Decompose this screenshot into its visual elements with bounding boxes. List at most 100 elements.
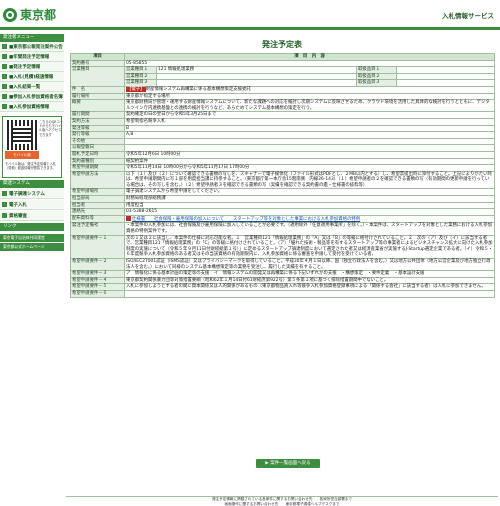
row-label: その他 — [70, 137, 125, 146]
sidebar-item-bid-progress[interactable]: ■入札(見積)経過情報 — [0, 72, 64, 82]
header-content: 項 目 内 容 — [124, 53, 495, 61]
tender-note-value: ・本案件の入札参加には、社会保険及び雇用保険に加入していることが必要です。（適用… — [124, 222, 495, 236]
business-item-value — [156, 79, 357, 87]
logo-text: 東京都 — [20, 8, 57, 22]
requirement-2-value: ISO/IEC27001認証（ISMS認証）又はプライバシーマークを取得している… — [124, 257, 495, 272]
site-header: 東京都 入札情報サービス — [0, 0, 500, 30]
sidebar-item-order-plan[interactable]: ■発注予定情報 — [0, 62, 64, 72]
business-item-value: 121 情報処理業務 — [156, 66, 357, 74]
table-row: 希望申請要件－２ ISO/IEC27001認証（ISMS認証）又はプライバシーマ… — [70, 257, 495, 272]
table-row: 希望申請要件－１ 次の１又は２に該当し、本案件の仕様に対応可能な者。１ 営業種目… — [70, 234, 495, 260]
row-label: 希望申請要件－４ — [70, 276, 125, 285]
main-content: 発注予定表 項目 項 目 内 容 契約番号 05-85855 営業種目 営業種目… — [66, 32, 498, 506]
header-item: 項目 — [70, 53, 125, 61]
bullet-icon — [2, 64, 7, 69]
row-label: 担当部局 — [70, 195, 125, 203]
sidebar-item-bid-results[interactable]: ■入札結果一覧 — [0, 82, 64, 92]
qr-notice-text: こちらのQRコードからもモバイル版へアクセスできます — [39, 120, 63, 137]
bullet-icon — [2, 54, 7, 59]
table-row: 営業種目２ 取扱品目２ — [71, 72, 495, 81]
row-label: 契約書種別 — [70, 157, 125, 166]
link-tokyo-homepage[interactable]: 東京都公式ホームページ — [0, 243, 64, 251]
sidebar-item-qualification-info[interactable]: ■入札参加資格情報 — [0, 102, 64, 112]
sidebar-item-e-bidding[interactable]: 電子入札 — [0, 200, 64, 210]
bullet-icon — [2, 104, 7, 109]
handling-item-name: 取扱品目２ — [356, 72, 397, 81]
apply-place-value: 電子調達システムから希望申請をしてください。 — [124, 188, 495, 197]
requirement-6-value — [124, 289, 495, 298]
mobile-notice-box: こちらのQRコードからもモバイル版へアクセスできます モバイル版 モバイル版は、… — [2, 116, 63, 178]
summary-value: 東京都財務局が管理・運用する財産情報システムについて、新たな課題への対応を検討し… — [124, 99, 495, 113]
row-label: 担当者 — [70, 201, 125, 210]
table-row: 希望申請要件－３ ア 情報化に係る基本計画の策定等の支援 イ 情報システムの開発… — [70, 270, 495, 278]
table-row: 発注予定備考 ・本案件の入札参加には、社会保険及び雇用保険に加入していることが必… — [70, 222, 495, 236]
requirement-3-value: ア 情報化に係る基本計画の策定等の支援 イ 情報システムの開発又は再構築に係る下… — [124, 270, 495, 278]
row-label: 件 名 — [70, 85, 125, 94]
bullet-icon — [2, 94, 7, 99]
row-label: 開札予定日時 — [70, 150, 125, 159]
footer: 発注予定情報に掲載されている各案件に関するお問い合わせ先 各局所担当部署まで 画… — [66, 496, 498, 506]
contract-type-value: 紙契約案件 — [124, 157, 495, 166]
phone-value: 03-5388-2615 — [124, 208, 495, 216]
attachments-value: 仕様書 社会保険・雇用保険の加入について スタートアップ等を対象とした事業におけ… — [124, 214, 495, 224]
table-row: 希望申請要件－５ 入札に参加しようとする者の間に資本関係又は人的関係があるもの（… — [70, 283, 495, 291]
tokyo-logo[interactable]: 東京都 — [3, 6, 56, 23]
mobile-version-button[interactable]: モバイル版 — [5, 151, 39, 159]
table-row: 営業種目３ 取扱品目３ — [71, 79, 495, 87]
sidebar-item-procurement-system[interactable]: 電子調達システム — [0, 189, 64, 199]
row-label: 希望申請場所 — [70, 188, 125, 197]
row-label: 発行等級 — [70, 131, 125, 139]
sidebar-item-qualified-list[interactable]: ■参加入札参加資格者名簿 — [0, 92, 64, 102]
table-row: 希望申請方法 以下（１）及び（２）について確認できる書類の写しを、スキャナーで電… — [70, 170, 495, 190]
qr-code-icon — [7, 120, 37, 150]
attachment-links[interactable]: 仕様書 社会保険・雇用保険の加入について スタートアップ等を対象とした事業におけ… — [132, 217, 360, 222]
handling-item-value — [396, 79, 495, 87]
sidebar-item-public-notice[interactable]: ■東京都公報発注案件公告 — [0, 42, 64, 52]
place-value: 東京都が指定する場所 — [124, 92, 495, 101]
public-date-value — [124, 144, 495, 152]
table-row: 件 名 【電子】財産情報システム再構築に係る基本構想策定支援委託 — [70, 85, 495, 94]
handling-item-value — [396, 66, 495, 74]
handling-item-name: 取扱品目１ — [356, 66, 397, 74]
row-label: 発注予定備考 — [70, 222, 125, 236]
table-row: 発注等級 B — [70, 124, 495, 133]
other-value — [124, 137, 495, 146]
business-item-name: 営業種目２ — [124, 72, 157, 81]
table-row: 契約書種別 紙契約案件 — [70, 157, 495, 166]
table-row: 発行等級 A,B — [70, 131, 495, 139]
sidebar-links-heading: リンク — [0, 223, 64, 231]
requirement-5-value: 入札に参加しようとする者の間に資本関係又は人的関係があるもの（東京都物品買入れ等… — [124, 283, 495, 291]
row-label: 希望申請要件－３ — [70, 270, 125, 278]
contract-number: 05-85855 — [124, 59, 495, 68]
sidebar-links: 東京電子自治体共同運営 東京都公式ホームページ — [0, 234, 64, 251]
table-row: 希望申請要件－６ — [70, 289, 495, 298]
table-row: 開札予定日時 令和5年12月6日 10時00分 — [70, 150, 495, 159]
electronic-tag: 【電子】 — [126, 86, 146, 92]
bullet-icon — [2, 191, 7, 196]
requirement-1-value: 次の１又は２に該当し、本案件の仕様に対応可能な者。１ 営業種目121「情報処理業… — [124, 234, 495, 260]
row-label: 営業種目 — [70, 66, 125, 87]
page-title: 発注予定表 — [262, 40, 302, 49]
subject-text: 財産情報システム再構築に係る基本構想策定支援委託 — [145, 86, 251, 92]
open-date-value: 令和5年12月6日 10時00分 — [124, 150, 495, 159]
row-label: 希望申請期間 — [70, 164, 125, 172]
row-label: 連絡先 — [70, 208, 125, 216]
row-label: 概要 — [70, 99, 125, 113]
table-row: 概要 東京都財務局が管理・運用する財産情報システムについて、新たな課題への対応を… — [70, 99, 495, 113]
business-item-value — [156, 72, 357, 81]
link-tokyo-e-gov[interactable]: 東京電子自治体共同運営 — [0, 234, 64, 242]
handling-item-value — [396, 72, 495, 81]
bullet-icon — [2, 202, 7, 207]
apply-period-value: 令和5年11月14日 10時00分から令和5年11月17日 17時00分 — [124, 164, 495, 172]
table-row: 希望申請期間 令和5年11月14日 10時00分から令和5年11月17日 17時… — [70, 164, 495, 172]
business-item-name: 営業種目１ — [124, 66, 157, 74]
back-to-list-button[interactable]: ▶ 案件一覧画面へ戻る — [256, 459, 320, 468]
table-row: 履行場所 東京都が指定する場所 — [70, 92, 495, 101]
sidebar-item-qualification-review[interactable]: 資格審査 — [0, 211, 64, 221]
subject-value: 【電子】財産情報システム再構築に係る基本構想策定支援委託 — [124, 85, 495, 94]
table-row: 希望申請要件－４ 東京都契約関係暴力団等対策措置要綱（昭和62年１月14日付61… — [70, 276, 495, 285]
contract-method-value: 希望制指名競争入札 — [124, 117, 495, 126]
table-header-row: 項目 項 目 内 容 — [70, 53, 495, 61]
row-label: 発注等級 — [70, 124, 125, 133]
sidebar-item-annual-plan[interactable]: ■年間発注予定情報 — [0, 52, 64, 62]
